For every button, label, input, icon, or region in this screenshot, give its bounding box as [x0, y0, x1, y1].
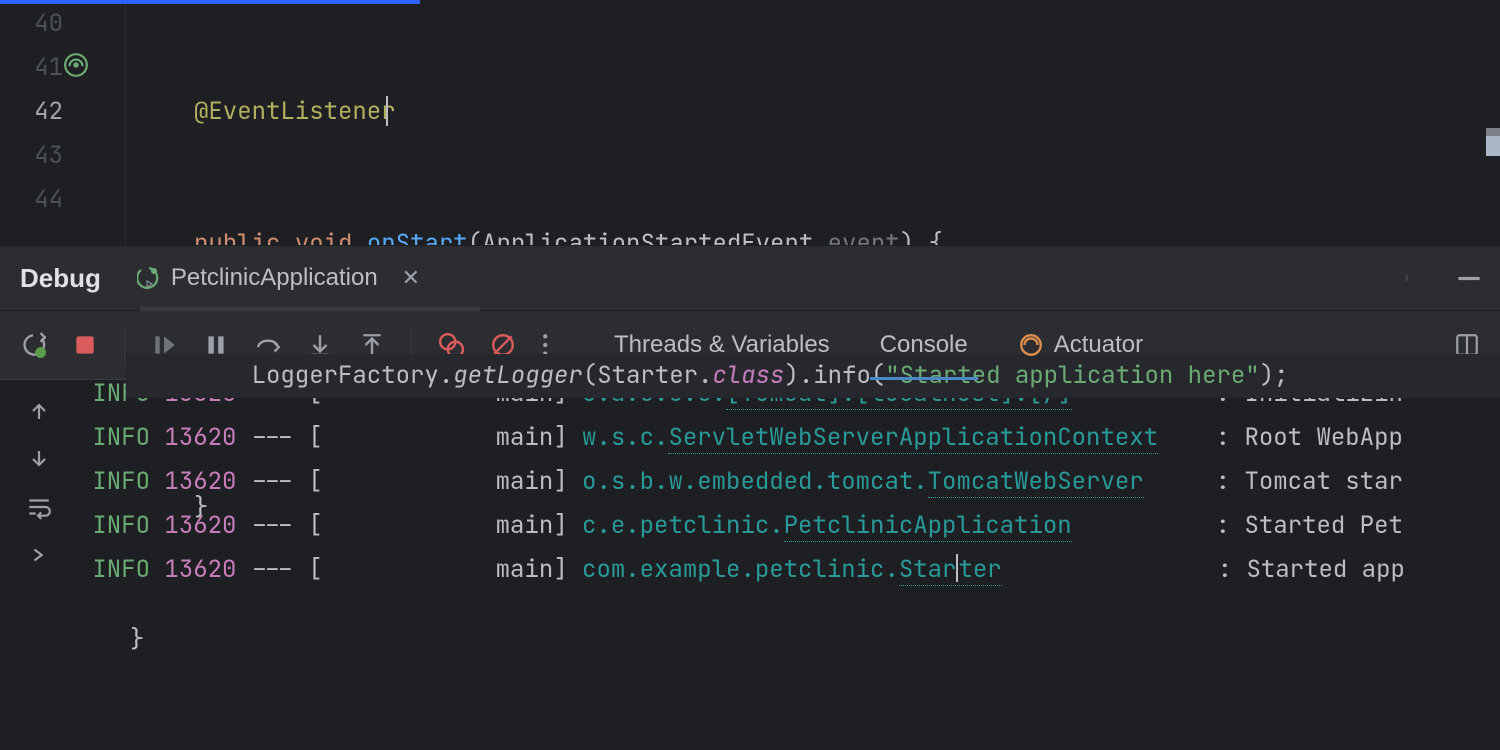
line-number[interactable]: 43 [0, 134, 125, 178]
annotation-token: @EventListener [194, 96, 396, 127]
line-number[interactable]: 44 [0, 178, 125, 222]
punct-token: . [439, 360, 453, 391]
console-side-toolbar [0, 380, 78, 600]
punct-token: ); [1260, 360, 1289, 391]
type-token: LoggerFactory [252, 360, 439, 391]
code-line[interactable]: } [126, 486, 1500, 530]
run-config-tab[interactable]: PetclinicApplication ✕ [129, 246, 428, 310]
scroll-down-button[interactable] [24, 444, 54, 474]
progress-bar [0, 0, 420, 4]
editor-content[interactable]: @EventListener public void onStart(Appli… [126, 0, 1500, 245]
toolwindow-title: Debug [20, 263, 101, 294]
editor-gutter[interactable]: 40 41 42 43 44 [0, 0, 126, 245]
code-editor[interactable]: 40 41 42 43 44 @EventListener public voi… [0, 0, 1500, 245]
stop-button[interactable] [68, 328, 102, 362]
more-actions-button[interactable] [1396, 265, 1422, 291]
console-tab[interactable]: Console [878, 311, 970, 379]
debug-view-tabs: Threads & Variables Console Actuator [612, 311, 1145, 379]
actuator-tab[interactable]: Actuator [1016, 311, 1145, 379]
threads-variables-tab[interactable]: Threads & Variables [612, 311, 832, 379]
scroll-to-end-button[interactable] [24, 540, 54, 570]
actuator-icon [1018, 332, 1044, 358]
line-number[interactable]: 42 [0, 90, 125, 134]
hide-toolwindow-button[interactable] [1456, 265, 1482, 291]
punct-token: } [194, 492, 208, 523]
close-tab-button[interactable]: ✕ [402, 265, 420, 291]
rerun-button[interactable] [16, 328, 50, 362]
method-call-token: getLogger [453, 360, 583, 391]
text-cursor-icon [956, 554, 958, 582]
rerun-icon [137, 266, 161, 290]
separator [124, 327, 125, 363]
scroll-up-button[interactable] [24, 396, 54, 426]
tab-scroll-indicator [140, 307, 480, 311]
debug-toolwindow-header: Debug PetclinicApplication ✕ [0, 245, 1500, 310]
run-config-label: PetclinicApplication [171, 264, 378, 292]
listener-gutter-icon[interactable] [63, 52, 89, 78]
actuator-tab-label: Actuator [1054, 331, 1143, 359]
line-number[interactable]: 40 [0, 2, 125, 46]
code-line[interactable]: } [126, 618, 1500, 662]
soft-wrap-button[interactable] [24, 492, 54, 522]
editor-caret [386, 96, 388, 126]
code-line[interactable]: @EventListener [126, 90, 1500, 134]
punct-token: ( [583, 360, 597, 391]
